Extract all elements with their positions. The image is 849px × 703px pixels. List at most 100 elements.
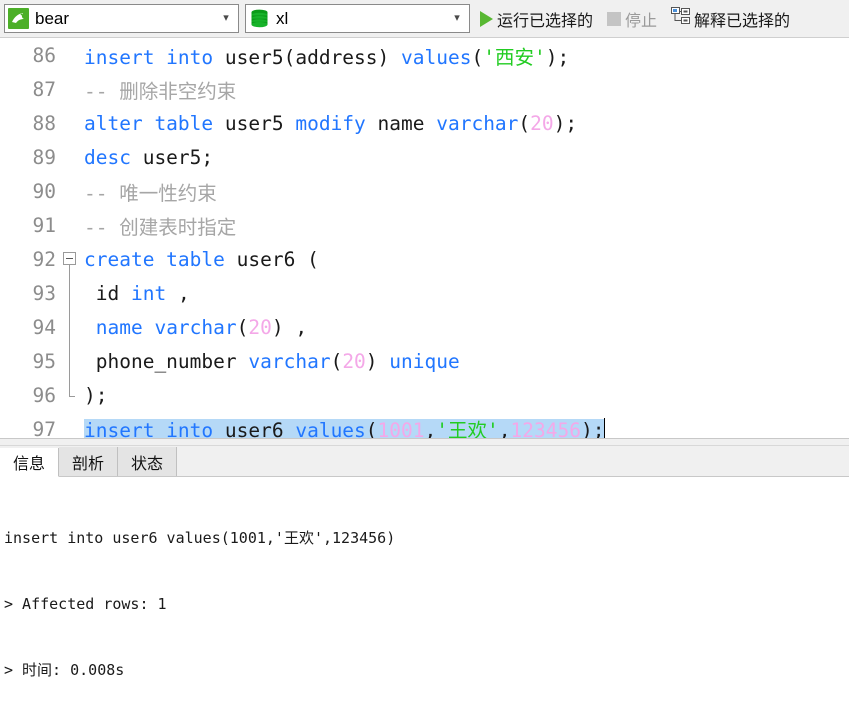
code-token: -- 唯一性约束 [84,181,217,205]
line-code: ); [80,384,849,407]
code-token: user6 ( [236,247,319,271]
line-code: -- 创建表时指定 [80,211,849,240]
code-token: address [295,45,378,69]
code-token: , [424,419,437,438]
code-token: '王欢' [436,419,499,438]
line-code: create table user6 ( [80,248,849,271]
code-token: user5 [224,111,296,135]
results-output-panel: insert into user6 values(1001,'王欢',12345… [0,477,849,703]
run-selected-button[interactable]: 运行已选择的 [476,5,597,33]
fold-guide-line [69,310,70,344]
editor-line[interactable]: 94 name varchar(20) , [0,310,849,344]
code-token: unique [389,349,460,373]
editor-line[interactable]: 90 -- 唯一性约束 [0,174,849,208]
code-token: ) [377,45,402,69]
fold-guide-line [69,276,70,310]
code-token: 123456 [510,419,581,438]
editor-line[interactable]: 91 -- 创建表时指定 [0,208,849,242]
selection-highlight: insert into user6 values(1001,'王欢',12345… [84,419,605,438]
fold-cell [62,378,80,412]
output-line: > Affected rows: 1 [4,595,167,614]
tab-info-label: 信息 [13,456,46,473]
code-token: varchar [154,315,237,339]
code-token: modify [295,111,378,135]
line-number: 92 [32,247,56,271]
code-token: user6 [224,419,296,438]
sql-editor[interactable]: 86 insert into user5(address) values('西安'… [0,38,849,438]
line-number: 95 [32,349,56,373]
line-number: 93 [32,281,56,305]
play-icon [480,10,493,27]
code-token: ) , [271,315,308,339]
code-token: phone_number [84,349,249,373]
stop-square-icon [607,11,622,26]
explain-selected-button[interactable]: 解释已选择的 [667,5,794,33]
run-selected-label: 运行已选择的 [497,12,594,30]
fold-guide-line [69,344,70,378]
output-line: insert into user6 values(1001,'王欢',12345… [4,529,396,548]
output-line: > 时间: 0.008s [4,661,125,680]
editor-line[interactable]: 95 phone_number varchar(20) unique [0,344,849,378]
code-token: ( [330,349,343,373]
code-token: , [177,281,190,305]
line-code: alter table user5 modify name varchar(20… [80,112,849,135]
code-token: varchar [436,111,519,135]
code-token: ( [518,111,531,135]
code-token: -- 创建表时指定 [84,215,237,239]
fold-guide-end [69,396,75,397]
editor-line[interactable]: 97 insert into user6 values(1001,'王欢',123… [0,412,849,438]
code-token: user5 [224,45,284,69]
fold-cell [62,140,80,174]
editor-line[interactable]: 89 desc user5; [0,140,849,174]
code-token: insert into [84,419,225,438]
code-token: ); [553,111,578,135]
code-token: ); [580,419,605,438]
code-token: , [498,419,511,438]
fold-cell [62,174,80,208]
line-number: 86 [32,43,56,67]
fold-cell [62,38,80,72]
fold-cell [62,310,80,344]
editor-line[interactable]: 87 -- 删除非空约束 [0,72,849,106]
line-code: id int , [80,282,849,305]
code-token: user5; [142,145,214,169]
connection-name: bear [35,8,70,28]
fold-cell[interactable] [62,242,80,276]
line-number: 89 [32,145,56,169]
fold-collapse-icon[interactable] [63,252,76,265]
editor-line[interactable]: 88 alter table user5 modify name varchar(… [0,106,849,140]
main-toolbar: bear ▾ xl ▾ 运行已选择的 停止 解释已选择的 [0,0,849,38]
code-token: ( [236,315,249,339]
code-token: values [401,45,472,69]
code-token: 1001 [377,419,425,438]
fold-cell [62,106,80,140]
stop-label: 停止 [625,12,658,30]
tab-status[interactable]: 状态 [118,447,178,476]
panel-splitter[interactable] [0,438,849,446]
code-token: alter table [84,111,225,135]
tab-profile[interactable]: 剖析 [59,447,119,476]
chevron-down-icon[interactable]: ▾ [216,13,236,24]
code-token: ); [545,45,570,69]
code-token: values [295,419,366,438]
tab-info[interactable]: 信息 [0,448,60,477]
code-token: ( [365,419,378,438]
code-token: ( [471,45,484,69]
connection-selector[interactable]: bear ▾ [4,4,239,33]
editor-line[interactable]: 93 id int , [0,276,849,310]
chevron-down-icon[interactable]: ▾ [447,13,467,24]
database-cylinder-icon [249,8,270,29]
editor-line[interactable]: 92 create table user6 ( [0,242,849,276]
database-selector[interactable]: xl ▾ [245,4,470,33]
editor-line[interactable]: 86 insert into user5(address) values('西安'… [0,38,849,72]
editor-line[interactable]: 96); [0,378,849,412]
line-code: insert into user5(address) values('西安'); [80,41,849,70]
code-token: -- 删除非空约束 [84,79,237,103]
stop-button[interactable]: 停止 [603,5,661,33]
line-code: phone_number varchar(20) unique [80,350,849,373]
line-code: desc user5; [80,146,849,169]
code-token: ) [365,349,390,373]
code-token: id [84,281,131,305]
tab-profile-label: 剖析 [72,455,105,473]
